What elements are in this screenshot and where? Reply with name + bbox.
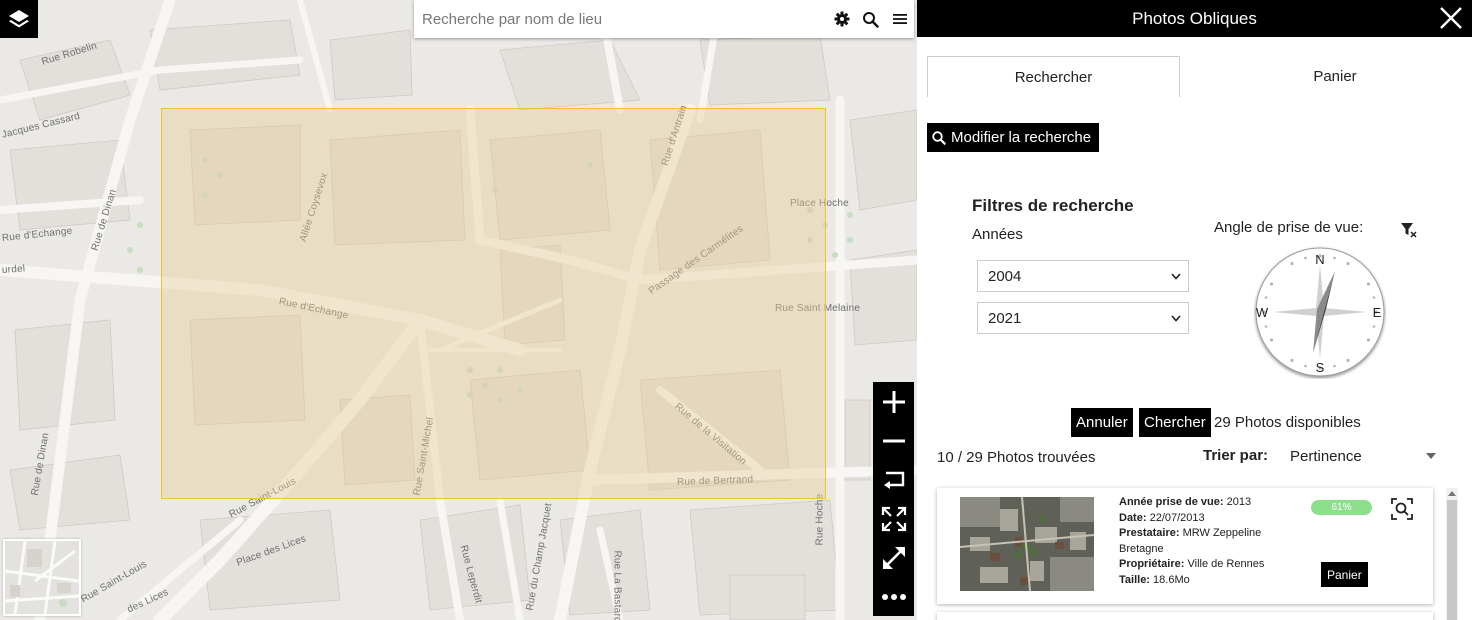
result-card[interactable]: Année prise de vue: 2013 Date: 22/07/201… <box>937 488 1433 604</box>
street-label: Rue La Bastard <box>611 550 623 620</box>
owner-label: Propriétaire: <box>1119 558 1185 570</box>
add-to-cart-button[interactable]: Panier <box>1321 562 1368 587</box>
compass-east: E <box>1373 305 1382 320</box>
zoom-in-button[interactable] <box>873 382 914 421</box>
search-icon <box>863 11 879 28</box>
street-label: Rue Hoche <box>814 493 826 546</box>
rotate-button[interactable] <box>873 460 914 499</box>
sort-select[interactable]: Pertinence <box>1290 445 1438 467</box>
view-angle-label: Angle de prise de vue: <box>1214 219 1364 236</box>
app-root: Rue Robelin Jacques Cassard Allée Coysev… <box>0 0 1472 620</box>
panel-header: Photos Obliques <box>917 0 1472 37</box>
photo-year: 2013 <box>1226 496 1252 508</box>
clear-filters-button[interactable] <box>1400 221 1418 239</box>
sort-value: Pertinence <box>1290 447 1362 465</box>
filter-clear-icon <box>1401 223 1417 238</box>
zoom-out-icon <box>882 439 905 442</box>
results-count: 10 / 29 Photos trouvées <box>937 449 1096 466</box>
compass-west: W <box>1256 305 1269 320</box>
photo-owner: Ville de Rennes <box>1187 558 1265 570</box>
street-label: urdel <box>1 263 26 276</box>
place-search-input[interactable] <box>414 0 827 38</box>
match-percentage-badge: 61% <box>1311 500 1372 515</box>
available-count: 29 Photos disponibles <box>1214 414 1361 431</box>
photo-size: 18.6Mo <box>1153 573 1190 586</box>
submit-search-button[interactable]: Chercher <box>1139 408 1211 437</box>
result-card[interactable] <box>937 612 1433 620</box>
chevron-down-icon <box>1171 273 1181 280</box>
overview-map[interactable] <box>3 539 81 616</box>
place-search-box <box>414 0 914 38</box>
year-label: Année prise de vue: <box>1119 496 1224 508</box>
zoom-to-icon <box>1391 498 1413 520</box>
zoom-in-icon <box>882 390 905 413</box>
results-scrollbar[interactable] <box>1446 488 1458 620</box>
zoom-to-photo-button[interactable] <box>1390 497 1414 521</box>
year-to-select[interactable]: 2021 <box>977 302 1189 334</box>
map-view[interactable]: Rue Robelin Jacques Cassard Allée Coysev… <box>0 0 917 620</box>
photo-thumbnail[interactable] <box>960 497 1094 591</box>
fit-extent-icon <box>881 506 906 531</box>
photo-date: 22/07/2013 <box>1149 511 1205 524</box>
panel-title: Photos Obliques <box>1132 8 1257 28</box>
more-icon <box>881 593 906 600</box>
year-to-value: 2021 <box>988 309 1022 327</box>
settings-button[interactable] <box>827 0 856 38</box>
oblique-photos-panel: Photos Obliques Rechercher Panier Modifi… <box>917 0 1472 620</box>
provider-label: Prestataire: <box>1119 527 1180 539</box>
year-from-value: 2004 <box>988 267 1022 285</box>
photo-metadata: Année prise de vue: 2013 Date: 22/07/201… <box>1119 495 1289 588</box>
menu-button[interactable] <box>885 0 914 38</box>
tab-cart[interactable]: Panier <box>1180 56 1472 97</box>
compass-north: N <box>1315 252 1324 267</box>
cancel-button[interactable]: Annuler <box>1071 408 1133 437</box>
layers-button[interactable] <box>0 0 38 38</box>
compass-south: S <box>1316 360 1325 375</box>
dropdown-arrow-icon <box>1426 453 1436 459</box>
overview-map-image <box>5 541 79 614</box>
photo-extent-rectangle[interactable] <box>161 108 826 499</box>
tab-search[interactable]: Rechercher <box>927 56 1180 97</box>
layers-icon <box>9 10 29 28</box>
close-panel-button[interactable] <box>1438 5 1464 31</box>
sort-label: Trier par: <box>1203 447 1269 464</box>
filters-title: Filtres de recherche <box>972 196 1134 215</box>
search-button[interactable] <box>856 0 885 38</box>
modify-search-label: Modifier la recherche <box>951 129 1092 146</box>
gear-icon <box>834 11 849 27</box>
fullscreen-button[interactable] <box>873 538 914 577</box>
size-label: Taille: <box>1119 573 1150 586</box>
fullscreen-icon <box>882 546 905 569</box>
search-icon <box>932 130 947 145</box>
chevron-down-icon <box>1171 315 1181 322</box>
aerial-photo-image <box>960 497 1094 591</box>
date-label: Date: <box>1119 511 1147 524</box>
year-from-select[interactable]: 2004 <box>977 260 1189 292</box>
map-toolbar <box>873 382 914 616</box>
years-label: Années <box>972 226 1023 243</box>
zoom-out-button[interactable] <box>873 421 914 460</box>
scroll-up-icon[interactable] <box>1448 491 1456 496</box>
rotate-icon <box>883 471 904 489</box>
menu-icon <box>892 14 907 24</box>
results-list: Année prise de vue: 2013 Date: 22/07/201… <box>932 480 1458 620</box>
close-icon <box>1440 7 1462 29</box>
panel-tabs: Rechercher Panier <box>927 56 1462 97</box>
more-tools-button[interactable] <box>873 577 914 616</box>
scrollbar-thumb[interactable] <box>1447 500 1457 620</box>
modify-search-button[interactable]: Modifier la recherche <box>927 123 1100 152</box>
fit-extent-button[interactable] <box>873 499 914 538</box>
view-angle-compass[interactable]: N S E W <box>1253 245 1387 379</box>
